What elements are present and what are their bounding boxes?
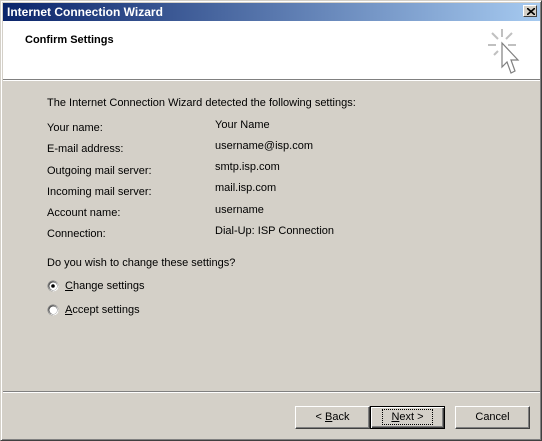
outgoing-server-value: smtp.isp.com bbox=[215, 161, 280, 173]
accept-settings-radio[interactable] bbox=[47, 304, 59, 316]
connection-value: Dial-Up: ISP Connection bbox=[215, 225, 335, 237]
next-button[interactable]: Next > bbox=[370, 406, 445, 429]
change-question: Do you wish to change these settings? bbox=[47, 257, 236, 269]
wizard-window: Internet Connection Wizard Confirm Setti… bbox=[0, 0, 542, 441]
cancel-button[interactable]: Cancel bbox=[455, 406, 530, 429]
wizard-cursor-icon bbox=[488, 29, 520, 74]
title-bar[interactable]: Internet Connection Wizard bbox=[3, 3, 540, 21]
back-button[interactable]: < Back bbox=[295, 406, 370, 429]
back-button-label: < Back bbox=[315, 411, 350, 423]
outgoing-server-label: Outgoing mail server: bbox=[47, 165, 152, 177]
incoming-server-label: Incoming mail server: bbox=[47, 186, 152, 198]
close-button[interactable] bbox=[523, 5, 537, 17]
email-value: username@isp.com bbox=[215, 140, 313, 152]
header-separator bbox=[3, 79, 540, 81]
account-name-label: Account name: bbox=[47, 207, 121, 219]
change-settings-label[interactable]: Change settings bbox=[65, 280, 145, 292]
footer-separator bbox=[3, 391, 540, 393]
intro-text: The Internet Connection Wizard detected … bbox=[47, 97, 356, 109]
next-button-label: Next > bbox=[382, 409, 433, 425]
change-settings-radio[interactable] bbox=[47, 280, 59, 292]
name-label: Your name: bbox=[47, 122, 103, 134]
cancel-button-label: Cancel bbox=[475, 411, 510, 423]
name-value: Your Name bbox=[215, 119, 270, 131]
account-name-value: username bbox=[215, 204, 264, 216]
page-title: Confirm Settings bbox=[25, 34, 114, 46]
close-icon bbox=[527, 8, 535, 15]
accept-settings-label[interactable]: Accept settings bbox=[65, 304, 140, 316]
window-title: Internet Connection Wizard bbox=[7, 5, 163, 19]
incoming-server-value: mail.isp.com bbox=[215, 182, 277, 194]
wizard-header: Confirm Settings bbox=[3, 21, 540, 79]
connection-label: Connection: bbox=[47, 228, 106, 240]
email-label: E-mail address: bbox=[47, 143, 124, 155]
